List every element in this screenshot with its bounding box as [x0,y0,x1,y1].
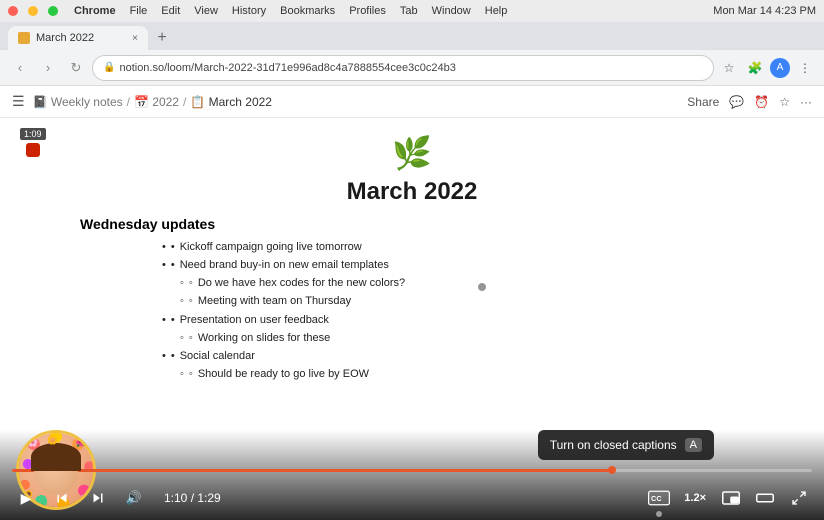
sidebar-toggle-icon[interactable]: ☰ [12,93,25,110]
bullet-5: •Presentation on user feedback [162,311,662,329]
address-bar[interactable]: 🔒 notion.so/loom/March-2022-31d71e996ad8… [92,55,714,81]
cc-tooltip: Turn on closed captions A [538,430,714,460]
breadcrumb: 📓 Weekly notes / 📅 2022 / 📋 March 2022 [33,95,272,109]
browser-toolbar: ‹ › ↻ 🔒 notion.so/loom/March-2022-31d71e… [0,50,824,86]
lock-icon: 🔒 [103,62,115,73]
mac-menu-window[interactable]: Window [432,5,471,17]
tab-title: March 2022 [36,32,94,44]
extensions-icon[interactable]: 🧩 [744,57,766,79]
progress-bar-container[interactable] [12,469,812,472]
page-title: March 2022 [347,178,478,206]
forward-button[interactable] [84,484,112,512]
mac-window-controls [8,6,58,16]
profile-icon[interactable]: A [770,58,790,78]
bullet-3: ◦Do we have hex codes for the new colors… [162,274,662,292]
share-button[interactable]: Share [687,95,719,109]
tab-favicon [18,32,30,44]
more-icon[interactable]: ⋮ [794,57,816,79]
tab-close-button[interactable]: × [132,33,138,44]
mac-menu-bookmarks[interactable]: Bookmarks [280,5,335,17]
page-icon: 🌿 [392,134,432,172]
volume-button[interactable]: 🔊 [120,484,148,512]
close-dot[interactable] [8,6,18,16]
cc-cursor [656,511,662,517]
pip-button[interactable] [718,485,744,511]
history-icon[interactable]: ⏰ [754,95,769,109]
active-tab[interactable]: March 2022 × [8,26,148,50]
breadcrumb-sep-2: / [183,95,186,109]
cc-shortcut: A [685,438,702,452]
bullet-6: ◦Working on slides for these [162,329,662,347]
more-options-icon[interactable]: ··· [800,95,812,109]
minimize-dot[interactable] [28,6,38,16]
mac-menu-history[interactable]: History [232,5,266,17]
cc-button[interactable]: CC [646,485,672,511]
notion-breadcrumb-bar: ☰ 📓 Weekly notes / 📅 2022 / 📋 March 2022… [0,86,824,118]
url-text: notion.so/loom/March-2022-31d71e996ad8c4… [119,62,455,74]
bullet-7: •Social calendar [162,347,662,365]
refresh-button[interactable]: ↻ [64,56,88,80]
breadcrumb-sep-1: / [127,95,130,109]
maximize-dot[interactable] [48,6,58,16]
bullet-2: •Need brand buy-in on new email template… [162,256,662,274]
record-indicator: 1:09 [20,128,46,157]
cc-tooltip-text: Turn on closed captions [550,438,677,452]
progress-fill [12,469,612,472]
bullet-8: ◦Should be ready to go live by EOW [162,365,662,383]
section-heading: Wednesday updates [80,216,580,232]
bookmark-icon[interactable]: ☆ [718,57,740,79]
breadcrumb-2022[interactable]: 📅 2022 [134,95,179,109]
progress-track[interactable] [12,469,812,472]
mac-menu-tab[interactable]: Tab [400,5,418,17]
bullet-4: ◦Meeting with team on Thursday [162,292,662,310]
mac-menu: Chrome File Edit View History Bookmarks … [74,5,507,17]
mac-menu-edit[interactable]: Edit [161,5,180,17]
mac-menubar: Chrome File Edit View History Bookmarks … [0,0,824,22]
favorite-icon[interactable]: ☆ [779,95,790,109]
mac-menu-help[interactable]: Help [485,5,508,17]
theater-button[interactable] [752,485,778,511]
breadcrumb-march[interactable]: 📋 March 2022 [190,95,272,109]
svg-text:CC: CC [651,494,662,503]
speed-button[interactable]: 1.2× [680,490,710,506]
bullet-list: •Kickoff campaign going live tomorrow •N… [162,238,662,383]
toolbar-right: ☆ 🧩 A ⋮ [718,57,816,79]
tab-bar: March 2022 × + [0,22,824,50]
mac-menu-file[interactable]: File [130,5,148,17]
back-button[interactable]: ‹ [8,56,32,80]
mac-menu-chrome[interactable]: Chrome [74,5,116,17]
main-content: 🌿 March 2022 Wednesday updates •Kickoff … [0,118,824,520]
notion-bar-actions: Share 💬 ⏰ ☆ ··· [687,95,812,109]
bullet-1: •Kickoff campaign going live tomorrow [162,238,662,256]
mac-menu-profiles[interactable]: Profiles [349,5,386,17]
current-time: 1:10 [164,491,187,505]
mac-clock: Mon Mar 14 4:23 PM [713,5,816,17]
comments-icon[interactable]: 💬 [729,95,744,109]
time-display: 1:10 / 1:29 [164,491,221,505]
controls-row: ▶ 🔊 1:10 / 1:29 CC 1.2× [12,484,812,512]
forward-button[interactable]: › [36,56,60,80]
chrome-browser: March 2022 × + ‹ › ↻ 🔒 notion.so/loom/Ma… [0,22,824,86]
total-time: 1:29 [197,491,220,505]
progress-thumb [608,466,616,474]
record-time: 1:09 [20,128,46,140]
breadcrumb-weekly[interactable]: 📓 Weekly notes [33,95,123,109]
new-tab-button[interactable]: + [148,26,176,50]
mac-menu-view[interactable]: View [194,5,218,17]
fullscreen-button[interactable] [786,485,812,511]
record-dot [26,143,40,157]
